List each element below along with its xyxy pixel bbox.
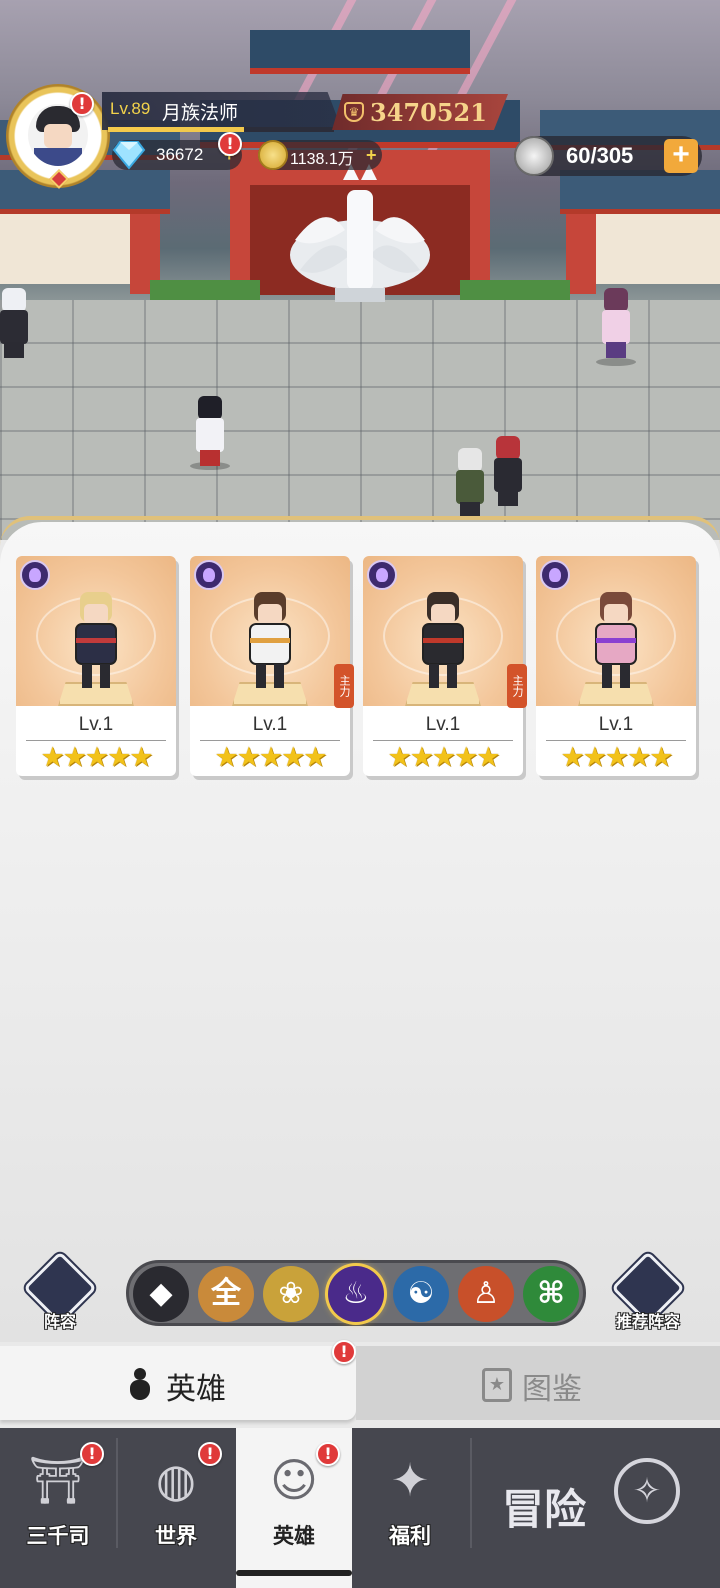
avatar-gem-icon [49, 169, 69, 189]
character-sprite[interactable] [594, 288, 638, 360]
nav-sanqiansi-label: 三千司 [26, 1525, 90, 1548]
player-name-bar: Lv.89 月族法师 [102, 92, 342, 130]
bottom-nav: ⛩ 三千司 ◍ 世界 ☺ 英雄 ✦ 福利 冒险 ✧ [0, 1428, 720, 1588]
nav-adventure[interactable]: 冒险 ✧ [472, 1428, 720, 1588]
hero-level: Lv.1 [252, 714, 288, 735]
hero-card[interactable]: 主力 Lv.1 ★★★★★ [363, 556, 527, 776]
nav-sanqiansi-alert-icon: ! [80, 1442, 104, 1466]
filter-lotus-icon[interactable]: ❀ [263, 1266, 319, 1322]
gold-coin-icon [258, 140, 288, 170]
nav-welfare[interactable]: ✦ 福利 [352, 1428, 468, 1588]
avatar-alert-icon: ! [70, 92, 94, 116]
diamond-icon [112, 141, 146, 170]
tab-hero-alert-icon: ! [332, 1340, 356, 1364]
home-indicator [236, 1570, 352, 1576]
hero-level: Lv.1 [78, 714, 114, 735]
faction-filter-bar: ◆ 全 ❀ ♨ ☯ ♙ ⌘ [126, 1260, 586, 1326]
lineup-label: 阵容 [43, 1314, 76, 1331]
lineup-button[interactable]: 阵容 [20, 1251, 100, 1334]
filter-yinyang-icon[interactable]: ☯ [393, 1266, 449, 1322]
stamina-add-button[interactable]: + [664, 139, 698, 173]
faction-flame-icon [540, 560, 570, 590]
nav-world-label: 世界 [155, 1525, 197, 1548]
gold-add-button[interactable]: + [366, 146, 377, 164]
hero-stars: ★★★★★ [40, 742, 153, 773]
nav-welfare-label: 福利 [389, 1525, 431, 1548]
hero-figure [249, 592, 291, 688]
tab-hero[interactable]: 英雄 [0, 1346, 356, 1420]
recommend-lineup-label: 推荐阵容 [615, 1314, 680, 1331]
gift-box-icon: ✦ [390, 1453, 430, 1507]
power-crest-icon: ♛ [344, 102, 364, 122]
tab-hero-label: 英雄 [166, 1373, 226, 1406]
tab-codex-label: 图鉴 [522, 1373, 582, 1406]
stamina-counter[interactable]: 60/305 + [514, 136, 702, 176]
gold-counter[interactable]: 1138.1万 + [258, 140, 382, 170]
player-name: 月族法师 [162, 103, 239, 124]
hero-card[interactable]: 主力 Lv.1 ★★★★★ [190, 556, 354, 776]
nav-adventure-label: 冒险 [502, 1486, 587, 1533]
faction-flame-icon [194, 560, 224, 590]
filter-universal[interactable]: 全 [198, 1266, 254, 1322]
hero-card[interactable]: Lv.1 ★★★★★ [536, 556, 696, 776]
role-tag-badge: 主力 [507, 664, 527, 708]
exp-bar [108, 127, 334, 132]
diamond-alert-icon: ! [218, 132, 242, 156]
hero-stars: ★★★★★ [560, 742, 673, 773]
planet-icon: ◍ [155, 1453, 197, 1507]
gold-value: 1138.1万 [290, 151, 354, 168]
palace-roof-top [250, 30, 470, 74]
temple-icon: ⛩ [28, 1453, 88, 1507]
combat-power: ♛ 3470521 [332, 94, 508, 130]
character-sprite[interactable] [486, 436, 530, 508]
faction-flame-icon [367, 560, 397, 590]
character-sprite[interactable] [0, 288, 36, 360]
codex-book-icon: ★ [482, 1368, 512, 1402]
nav-hero-alert-icon: ! [316, 1442, 340, 1466]
character-sprite[interactable] [188, 396, 232, 468]
hero-silhouette-icon [128, 1368, 150, 1400]
hero-level: Lv.1 [425, 714, 461, 735]
power-value: 3470521 [370, 98, 487, 127]
stamina-emblem-icon [514, 136, 554, 176]
hero-level: Lv.1 [598, 714, 634, 735]
filter-meditation-icon[interactable]: ♙ [458, 1266, 514, 1322]
role-tag-badge: 主力 [334, 664, 354, 708]
player-avatar[interactable] [6, 84, 110, 189]
hero-figure [595, 592, 637, 688]
hero-figure [75, 592, 117, 688]
nav-hero-label: 英雄 [273, 1525, 315, 1548]
hero-card[interactable]: Lv.1 ★★★★★ [16, 556, 176, 776]
hero-stars: ★★★★★ [387, 742, 500, 773]
faction-flame-icon [20, 560, 50, 590]
tab-codex[interactable]: ★ 图鉴 [356, 1346, 720, 1420]
nav-world-alert-icon: ! [198, 1442, 222, 1466]
fox-statue [290, 164, 430, 302]
hero-head-icon: ☺ [270, 1453, 318, 1507]
filter-all-icon[interactable]: ◆ [133, 1266, 189, 1322]
courtyard-scene [0, 0, 720, 540]
hero-stars: ★★★★★ [214, 742, 327, 773]
stamina-value: 60/305 [566, 143, 634, 168]
filter-flame-icon[interactable]: ♨ [328, 1266, 384, 1322]
compass-icon: ✧ [614, 1458, 680, 1524]
player-level: Lv.89 [110, 99, 151, 118]
hero-figure [422, 592, 464, 688]
recommend-lineup-button[interactable]: 推荐阵容 [608, 1251, 688, 1334]
diamond-value: 36672 [156, 145, 204, 164]
filter-dna-icon[interactable]: ⌘ [523, 1266, 579, 1322]
